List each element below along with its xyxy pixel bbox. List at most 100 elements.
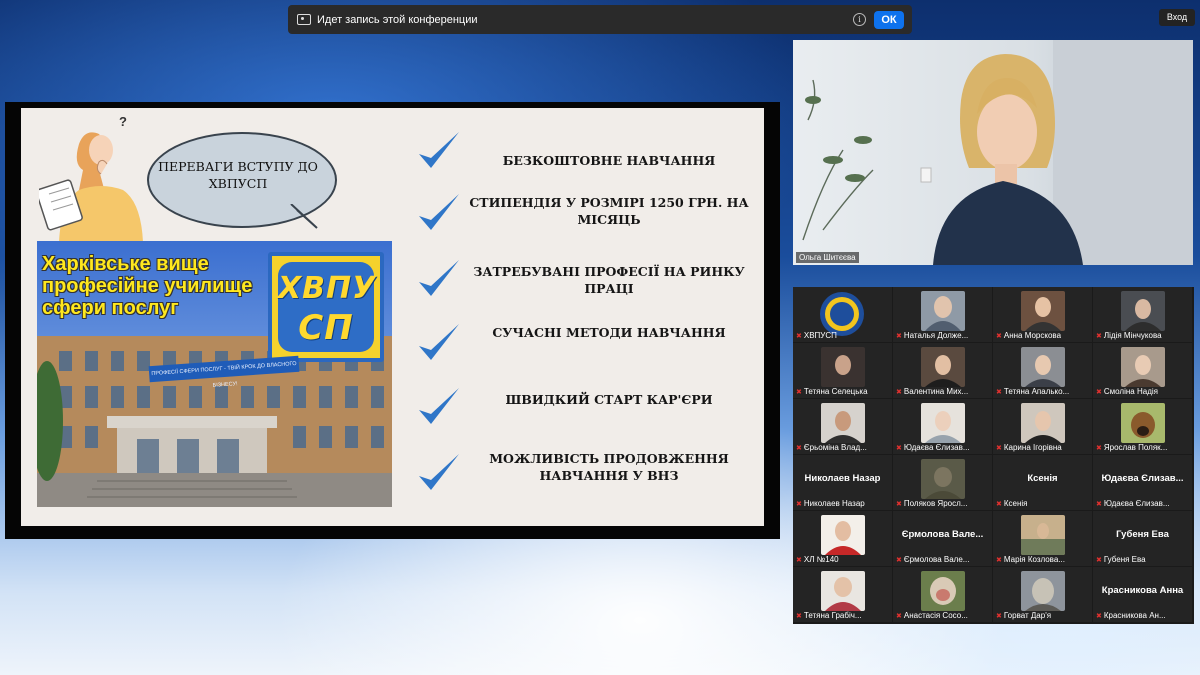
participant-tile[interactable]: Єрмолова Вале... ✖ Єрмолова Вале...: [893, 511, 992, 566]
participant-tile[interactable]: ✖ Тетяна Апалько...: [993, 343, 1092, 398]
muted-mic-icon: ✖: [796, 501, 802, 508]
participant-tile[interactable]: ✖ Анастасія Сосо...: [893, 567, 992, 622]
participant-name: Горват Дар'я: [1003, 611, 1052, 620]
slide-heading: ПЕРЕВАГИ ВСТУПУ ДО ХВПУСП: [158, 159, 318, 191]
participant-tile[interactable]: ✖ Горват Дар'я: [993, 567, 1092, 622]
muted-mic-icon: ✖: [796, 389, 802, 396]
participant-tile[interactable]: ✖ Юдаєва Єлизав...: [893, 399, 992, 454]
muted-mic-icon: ✖: [996, 557, 1002, 564]
participant-tile[interactable]: ✖ Ярослав Поляк...: [1093, 399, 1192, 454]
muted-mic-icon: ✖: [796, 333, 802, 340]
recording-notice-bar: Идет запись этой конференции i ОК: [288, 5, 912, 34]
participant-name: Ксенія: [1003, 499, 1028, 508]
question-mark: ?: [119, 114, 127, 129]
participant-tile[interactable]: ✖ Тетяна Селецька: [793, 343, 892, 398]
ok-button[interactable]: ОК: [874, 10, 904, 29]
participant-name: Тетяна Грабіч...: [803, 611, 862, 620]
checkmark-icon: [419, 454, 459, 490]
participant-tile[interactable]: ✖ Марія Козлова...: [993, 511, 1092, 566]
participant-tile[interactable]: ✖ Валентина Мих...: [893, 343, 992, 398]
participant-avatar: [821, 571, 865, 611]
participant-tile[interactable]: Николаев Назар ✖ Николаев Назар: [793, 455, 892, 510]
participant-name: Марія Козлова...: [1003, 555, 1065, 564]
participant-video: [921, 291, 965, 331]
speaker-video-frame: [793, 40, 1193, 265]
participant-video: [1021, 403, 1065, 443]
participant-gallery: ✖ ХВПУСП ✖ Наталья Долже... ✖ Анна Морскова…: [793, 287, 1194, 624]
participant-tile[interactable]: ✖ Анна Морскова: [993, 287, 1092, 342]
participant-name: Смоліна Надія: [1103, 387, 1158, 396]
active-speaker-video[interactable]: Ольга Шитєєва: [793, 40, 1193, 265]
participant-name: Губеня Ева: [1103, 555, 1146, 564]
participant-video: [921, 347, 965, 387]
photo-title: Харківське вище професійне училище сфери…: [42, 253, 252, 319]
participant-video: [821, 403, 865, 443]
muted-mic-icon: ✖: [996, 501, 1002, 508]
muted-mic-icon: ✖: [896, 613, 902, 620]
muted-mic-icon: ✖: [896, 389, 902, 396]
login-button[interactable]: Вход: [1159, 9, 1195, 26]
participant-tile[interactable]: Красникова Анна ✖ Красникова Ан...: [1093, 567, 1192, 622]
participant-avatar: [1021, 571, 1065, 611]
participant-tile[interactable]: ✖ ХЛ №140: [793, 511, 892, 566]
photo-title-line-3: сфери послуг: [42, 297, 179, 319]
speaker-name-label: Ольга Шитєєва: [796, 252, 859, 263]
muted-mic-icon: ✖: [896, 557, 902, 564]
checkmark-icon: [419, 324, 459, 360]
muted-mic-icon: ✖: [1096, 445, 1102, 452]
school-building-photo: Харківське вище професійне училище сфери…: [37, 241, 392, 507]
participant-name: Анастасія Сосо...: [903, 611, 968, 620]
muted-mic-icon: ✖: [796, 557, 802, 564]
benefit-item: ШВИДКИЙ СТАРТ КАР'ЄРИ: [505, 392, 713, 407]
checkmark-icon: [419, 132, 459, 168]
muted-mic-icon: ✖: [796, 445, 802, 452]
participant-video: [1021, 347, 1065, 387]
participant-name: Тетяна Селецька: [803, 387, 868, 396]
participant-name: Валентина Мих...: [903, 387, 969, 396]
participant-name: ХЛ №140: [803, 555, 839, 564]
shared-screen: ? ПЕРЕВАГИ ВСТУПУ ДО ХВПУСП Харківське в…: [5, 102, 780, 539]
participant-name: Наталья Долже...: [903, 331, 969, 340]
participant-display-name: Губеня Ева: [1116, 529, 1169, 540]
dog-avatar: [1121, 403, 1165, 443]
presentation-slide: ? ПЕРЕВАГИ ВСТУПУ ДО ХВПУСП Харківське в…: [21, 108, 764, 526]
muted-mic-icon: ✖: [1096, 613, 1102, 620]
info-icon[interactable]: i: [853, 13, 866, 26]
participant-name: Поляков Яросл...: [903, 499, 968, 508]
muted-mic-icon: ✖: [1096, 389, 1102, 396]
participant-tile[interactable]: Губеня Ева ✖ Губеня Ева: [1093, 511, 1192, 566]
muted-mic-icon: ✖: [896, 333, 902, 340]
muted-mic-icon: ✖: [1096, 501, 1102, 508]
participant-tile[interactable]: ✖ Єрьоміна Влад...: [793, 399, 892, 454]
photo-title-line-1: Харківське вище: [42, 253, 209, 275]
participant-video: [921, 403, 965, 443]
participant-name: Тетяна Апалько...: [1003, 387, 1070, 396]
participant-name: Єрьоміна Влад...: [803, 443, 867, 452]
participant-tile[interactable]: ✖ Наталья Долже...: [893, 287, 992, 342]
thinking-person-illustration: [39, 132, 143, 242]
participant-display-name: Красникова Анна: [1101, 585, 1184, 596]
recording-icon: [297, 14, 311, 25]
school-logo-inner: ХВПУ СП: [278, 262, 377, 352]
muted-mic-icon: ✖: [996, 333, 1002, 340]
checkmark-icon: [419, 388, 459, 424]
participant-tile[interactable]: ✖ Тетяна Грабіч...: [793, 567, 892, 622]
participant-tile[interactable]: ✖ Лідія Мінчукова: [1093, 287, 1192, 342]
participant-tile[interactable]: ✖ ХВПУСП: [793, 287, 892, 342]
participant-tile[interactable]: ✖ Карина Ігорівна: [993, 399, 1092, 454]
logo-text-line-1: ХВПУ: [278, 271, 377, 306]
school-logo: ХВПУ СП: [268, 252, 384, 362]
benefit-item: СУЧАСНІ МЕТОДИ НАВЧАННЯ: [492, 325, 726, 340]
participant-name: Красникова Ан...: [1103, 611, 1166, 620]
participant-tile[interactable]: ✖ Поляков Яросл...: [893, 455, 992, 510]
muted-mic-icon: ✖: [996, 445, 1002, 452]
participant-avatar: [821, 515, 865, 555]
monkey-avatar: [921, 571, 965, 611]
participant-tile[interactable]: Ксенія ✖ Ксенія: [993, 455, 1092, 510]
participant-avatar: [921, 459, 965, 499]
participant-tile[interactable]: ✖ Смоліна Надія: [1093, 343, 1192, 398]
participant-tile[interactable]: Юдаєва Єлизав... ✖ Юдаєва Єлизав...: [1093, 455, 1192, 510]
logo-text-line-2: СП: [298, 308, 354, 348]
muted-mic-icon: ✖: [1096, 557, 1102, 564]
participant-name: ХВПУСП: [803, 331, 837, 340]
